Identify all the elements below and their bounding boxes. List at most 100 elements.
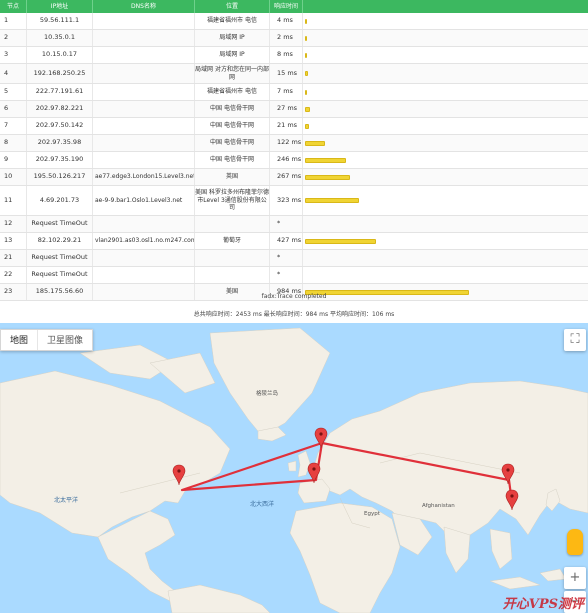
- dns-cell: ae-9-9.bar1.Oslo1.Level3.net: [93, 186, 195, 215]
- table-row: 22 Request TimeOut *: [0, 267, 588, 284]
- time-cell: 15 ms: [270, 64, 303, 83]
- time-cell: 122 ms: [270, 135, 303, 151]
- street-view-pegman-icon[interactable]: [567, 529, 583, 555]
- latency-bar: [305, 174, 350, 180]
- latency-bar-cell: [303, 233, 588, 249]
- location-cell: 中国 电信骨干网: [195, 118, 270, 134]
- ip-cell: 195.50.126.217: [27, 169, 93, 185]
- dns-cell: [93, 101, 195, 117]
- ip-cell: 10.35.0.1: [27, 30, 93, 46]
- location-cell: 福建省福州市 电信: [195, 13, 270, 29]
- time-cell: 21 ms: [270, 118, 303, 134]
- header-ip: IP地址: [27, 0, 93, 13]
- latency-bar: [305, 89, 307, 95]
- time-cell: 323 ms: [270, 186, 303, 215]
- table-row: 13 82.102.29.21 vlan2901.as03.osl1.no.m247…: [0, 233, 588, 250]
- location-cell: 中国 电信骨干网: [195, 152, 270, 168]
- header-dns: DNS名称: [93, 0, 195, 13]
- hop-cell: 2: [0, 30, 27, 46]
- time-cell: 8 ms: [270, 47, 303, 63]
- dns-cell: [93, 267, 195, 283]
- table-row: 1 59.56.111.1 福建省福州市 电信 4 ms: [0, 13, 588, 30]
- route-map[interactable]: 格陵兰岛 北大西洋 北太平洋 Egypt Afghanistan 地图 卫星图像…: [0, 323, 588, 613]
- ip-cell: 222.77.191.61: [27, 84, 93, 100]
- world-map[interactable]: [0, 323, 588, 613]
- label-egypt: Egypt: [364, 511, 380, 517]
- hop-cell: 13: [0, 233, 27, 249]
- time-cell: *: [270, 216, 303, 232]
- location-cell: 美国 科罗拉多州布隆菲尔德市Level 3通信股份有限公司: [195, 186, 270, 215]
- ip-cell: Request TimeOut: [27, 216, 93, 232]
- hop-cell: 22: [0, 267, 27, 283]
- fullscreen-icon[interactable]: ⛶: [564, 329, 586, 351]
- time-cell: 27 ms: [270, 101, 303, 117]
- tab-satellite[interactable]: 卫星图像: [37, 330, 92, 350]
- header-hop: 节点: [0, 0, 27, 13]
- latency-bar-cell: [303, 118, 588, 134]
- hop-cell: 11: [0, 186, 27, 215]
- latency-bar-cell: [303, 47, 588, 63]
- table-row: 9 202.97.35.190 中国 电信骨干网 246 ms: [0, 152, 588, 169]
- ip-cell: 10.15.0.17: [27, 47, 93, 63]
- latency-bar: [305, 123, 309, 129]
- hop-cell: 6: [0, 101, 27, 117]
- response-time-summary: 总共响应时间：2453 ms 最长响应时间：984 ms 平均响应时间：106 …: [193, 311, 395, 318]
- label-north-atlantic: 北大西洋: [250, 501, 275, 508]
- table-row: 11 4.69.201.73 ae-9-9.bar1.Oslo1.Level3.ne…: [0, 186, 588, 216]
- dns-cell: ae77.edge3.London15.Level3.net: [93, 169, 195, 185]
- latency-bar-cell: [303, 101, 588, 117]
- table-row: 4 192.168.250.25 局域网 对方和您在同一内部网 15 ms: [0, 64, 588, 84]
- dns-cell: vlan2901.as03.osl1.no.m247.com: [93, 233, 195, 249]
- label-afghanistan: Afghanistan: [422, 503, 455, 509]
- latency-bar-cell: [303, 152, 588, 168]
- location-cell: 中国 电信骨干网: [195, 135, 270, 151]
- time-cell: 4 ms: [270, 13, 303, 29]
- latency-bar-cell: [303, 186, 588, 215]
- ip-cell: 202.97.82.221: [27, 101, 93, 117]
- zoom-in-button[interactable]: +: [564, 567, 586, 589]
- hop-cell: 21: [0, 250, 27, 266]
- location-cell: 局域网 IP: [195, 30, 270, 46]
- dns-cell: [93, 13, 195, 29]
- dns-cell: [93, 135, 195, 151]
- table-row: 6 202.97.82.221 中国 电信骨干网 27 ms: [0, 101, 588, 118]
- hop-cell: 8: [0, 135, 27, 151]
- ip-cell: Request TimeOut: [27, 250, 93, 266]
- header-response-time: 响应时间: [270, 0, 303, 13]
- latency-bar-cell: [303, 250, 588, 266]
- location-cell: 中国 电信骨干网: [195, 101, 270, 117]
- ip-cell: Request TimeOut: [27, 267, 93, 283]
- location-cell: 局域网 IP: [195, 47, 270, 63]
- latency-bar: [305, 18, 307, 24]
- tab-map[interactable]: 地图: [1, 330, 37, 350]
- header-location: 位置: [195, 0, 270, 13]
- latency-bar-cell: [303, 64, 588, 83]
- latency-bar-cell: [303, 84, 588, 100]
- latency-bar-cell: [303, 267, 588, 283]
- dns-cell: [93, 152, 195, 168]
- table-header: 节点 IP地址 DNS名称 位置 响应时间: [0, 0, 588, 13]
- table-row: 5 222.77.191.61 福建省福州市 电信 7 ms: [0, 84, 588, 101]
- label-greenland: 格陵兰岛: [256, 391, 279, 397]
- trace-complete-status: fadx:Trace completed: [261, 293, 327, 300]
- location-cell: 英国: [195, 169, 270, 185]
- latency-bar: [305, 106, 310, 112]
- location-cell: [195, 267, 270, 283]
- time-cell: 246 ms: [270, 152, 303, 168]
- ip-cell: 202.97.35.98: [27, 135, 93, 151]
- location-cell: 福建省福州市 电信: [195, 84, 270, 100]
- ip-cell: 192.168.250.25: [27, 64, 93, 83]
- table-row: 10 195.50.126.217 ae77.edge3.London15.Leve…: [0, 169, 588, 186]
- hop-cell: 4: [0, 64, 27, 83]
- ip-cell: 4.69.201.73: [27, 186, 93, 215]
- table-row: 2 10.35.0.1 局域网 IP 2 ms: [0, 30, 588, 47]
- hop-cell: 9: [0, 152, 27, 168]
- dns-cell: [93, 30, 195, 46]
- ip-cell: 59.56.111.1: [27, 13, 93, 29]
- latency-bar-cell: [303, 13, 588, 29]
- time-cell: 7 ms: [270, 84, 303, 100]
- time-cell: *: [270, 267, 303, 283]
- ip-cell: 202.97.35.190: [27, 152, 93, 168]
- latency-bar: [305, 35, 307, 41]
- time-cell: 267 ms: [270, 169, 303, 185]
